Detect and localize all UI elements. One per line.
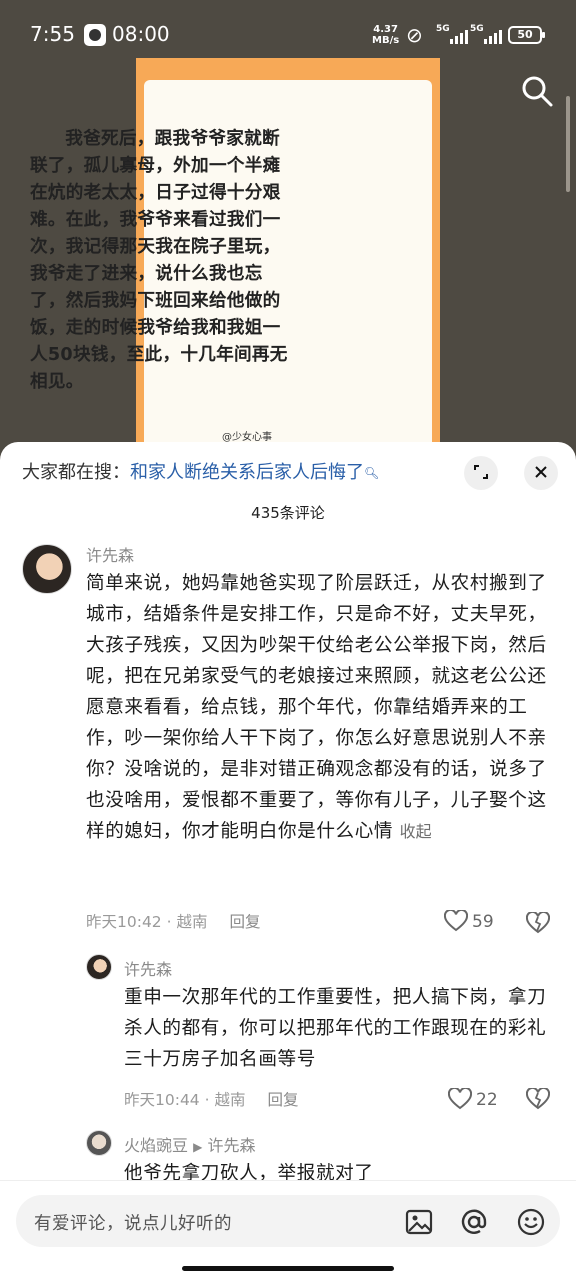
status-clock-time: 08:00 [112, 22, 170, 46]
heart-icon [447, 1086, 473, 1110]
clock-app-icon [84, 24, 106, 46]
comment-author[interactable]: 火焰豌豆 [124, 1136, 188, 1155]
comment-text: 重申一次那年代的工作重要性，把人搞下岗，拿刀杀人的都有，你可以把那年代的工作跟现… [124, 987, 547, 1070]
comment-location: 越南 [214, 1091, 246, 1109]
reply-to-author[interactable]: 许先森 [207, 1136, 255, 1155]
comment-sheet: 大家都在搜：和家人断绝关系后家人后悔了🔍︎ 435条评论 许先森 简单来说，她妈… [0, 442, 576, 1280]
comment-location: 越南 [176, 913, 208, 931]
comment-input-placeholder: 有爱评论，说点儿好听的 [34, 1214, 232, 1234]
hotspot-icon: ⊘ [406, 23, 423, 47]
avatar[interactable] [86, 954, 112, 980]
comment-time: 昨天10:42 [86, 913, 162, 931]
home-indicator[interactable] [182, 1266, 394, 1271]
hot-search-bar[interactable]: 大家都在搜：和家人断绝关系后家人后悔了🔍︎ [22, 460, 379, 486]
reply-button[interactable]: 回复 [267, 1091, 298, 1109]
comment-author[interactable]: 许先森 [86, 542, 134, 566]
reply-button[interactable]: 回复 [229, 913, 260, 931]
comment-time: 昨天10:44 [124, 1091, 200, 1109]
comment-input[interactable]: 有爱评论，说点儿好听的 [16, 1195, 560, 1247]
dislike-heart-icon[interactable] [526, 912, 550, 934]
post-image-text: 我爸死后，跟我爷爷家就断联了，孤儿寡母，外加一个半瘫在炕的老太太，日子过得十分艰… [30, 129, 288, 392]
avatar[interactable] [86, 1130, 112, 1156]
hot-search-label: 大家都在搜： [22, 462, 130, 483]
reply-arrow-icon: ▶ [193, 1140, 203, 1154]
status-time: 7:55 [30, 22, 75, 46]
expand-icon [474, 465, 488, 479]
like-button[interactable]: 22 [447, 1086, 498, 1110]
comment-input-bar: 有爱评论，说点儿好听的 [0, 1180, 576, 1280]
comment-meta: 昨天10:42 · 越南 回复 [86, 913, 261, 931]
network-speed-value: 4.37 [373, 24, 398, 35]
signal-1-label: 5G [436, 24, 450, 34]
comment-meta: 昨天10:44 · 越南 回复 [124, 1091, 299, 1109]
signal-2-icon: 5G [470, 24, 504, 44]
battery-indicator: 50 [508, 26, 545, 44]
avatar[interactable] [22, 544, 72, 594]
signal-2-label: 5G [470, 24, 484, 34]
search-icon[interactable] [520, 74, 554, 108]
search-small-icon: 🔍︎ [364, 466, 380, 480]
comment-author-line: 火焰豌豆 ▶ 许先森 [124, 1132, 255, 1156]
hot-search-query[interactable]: 和家人断绝关系后家人后悔了 [130, 462, 364, 483]
network-speed-unit: MB/s [372, 35, 400, 46]
expand-button[interactable] [464, 456, 498, 490]
scrollbar[interactable] [566, 96, 570, 192]
heart-icon [443, 908, 469, 932]
signal-1-icon: 5G [436, 24, 470, 44]
image-icon[interactable] [404, 1207, 434, 1237]
comment-author[interactable]: 许先森 [124, 956, 172, 980]
at-icon[interactable] [459, 1207, 489, 1237]
emoji-icon[interactable] [516, 1207, 546, 1237]
like-count: 22 [476, 1090, 498, 1110]
comment-count: 435条评论 [251, 504, 325, 522]
close-icon [535, 466, 547, 478]
comment-text: 简单来说，她妈靠她爸实现了阶层跃迁，从农村搬到了城市，结婚条件是安排工作，只是命… [86, 568, 552, 847]
dislike-heart-icon[interactable] [526, 1088, 550, 1110]
close-button[interactable] [524, 456, 558, 490]
like-button[interactable]: 59 [443, 908, 494, 932]
collapse-link[interactable]: 收起 [400, 822, 432, 841]
comment-text-content: 简单来说，她妈靠她爸实现了阶层跃迁，从农村搬到了城市，结婚条件是安排工作，只是命… [86, 573, 547, 842]
like-count: 59 [472, 912, 494, 932]
network-speed: 4.37 MB/s [372, 24, 399, 46]
post-image-watermark: @少女心事 [222, 432, 272, 443]
